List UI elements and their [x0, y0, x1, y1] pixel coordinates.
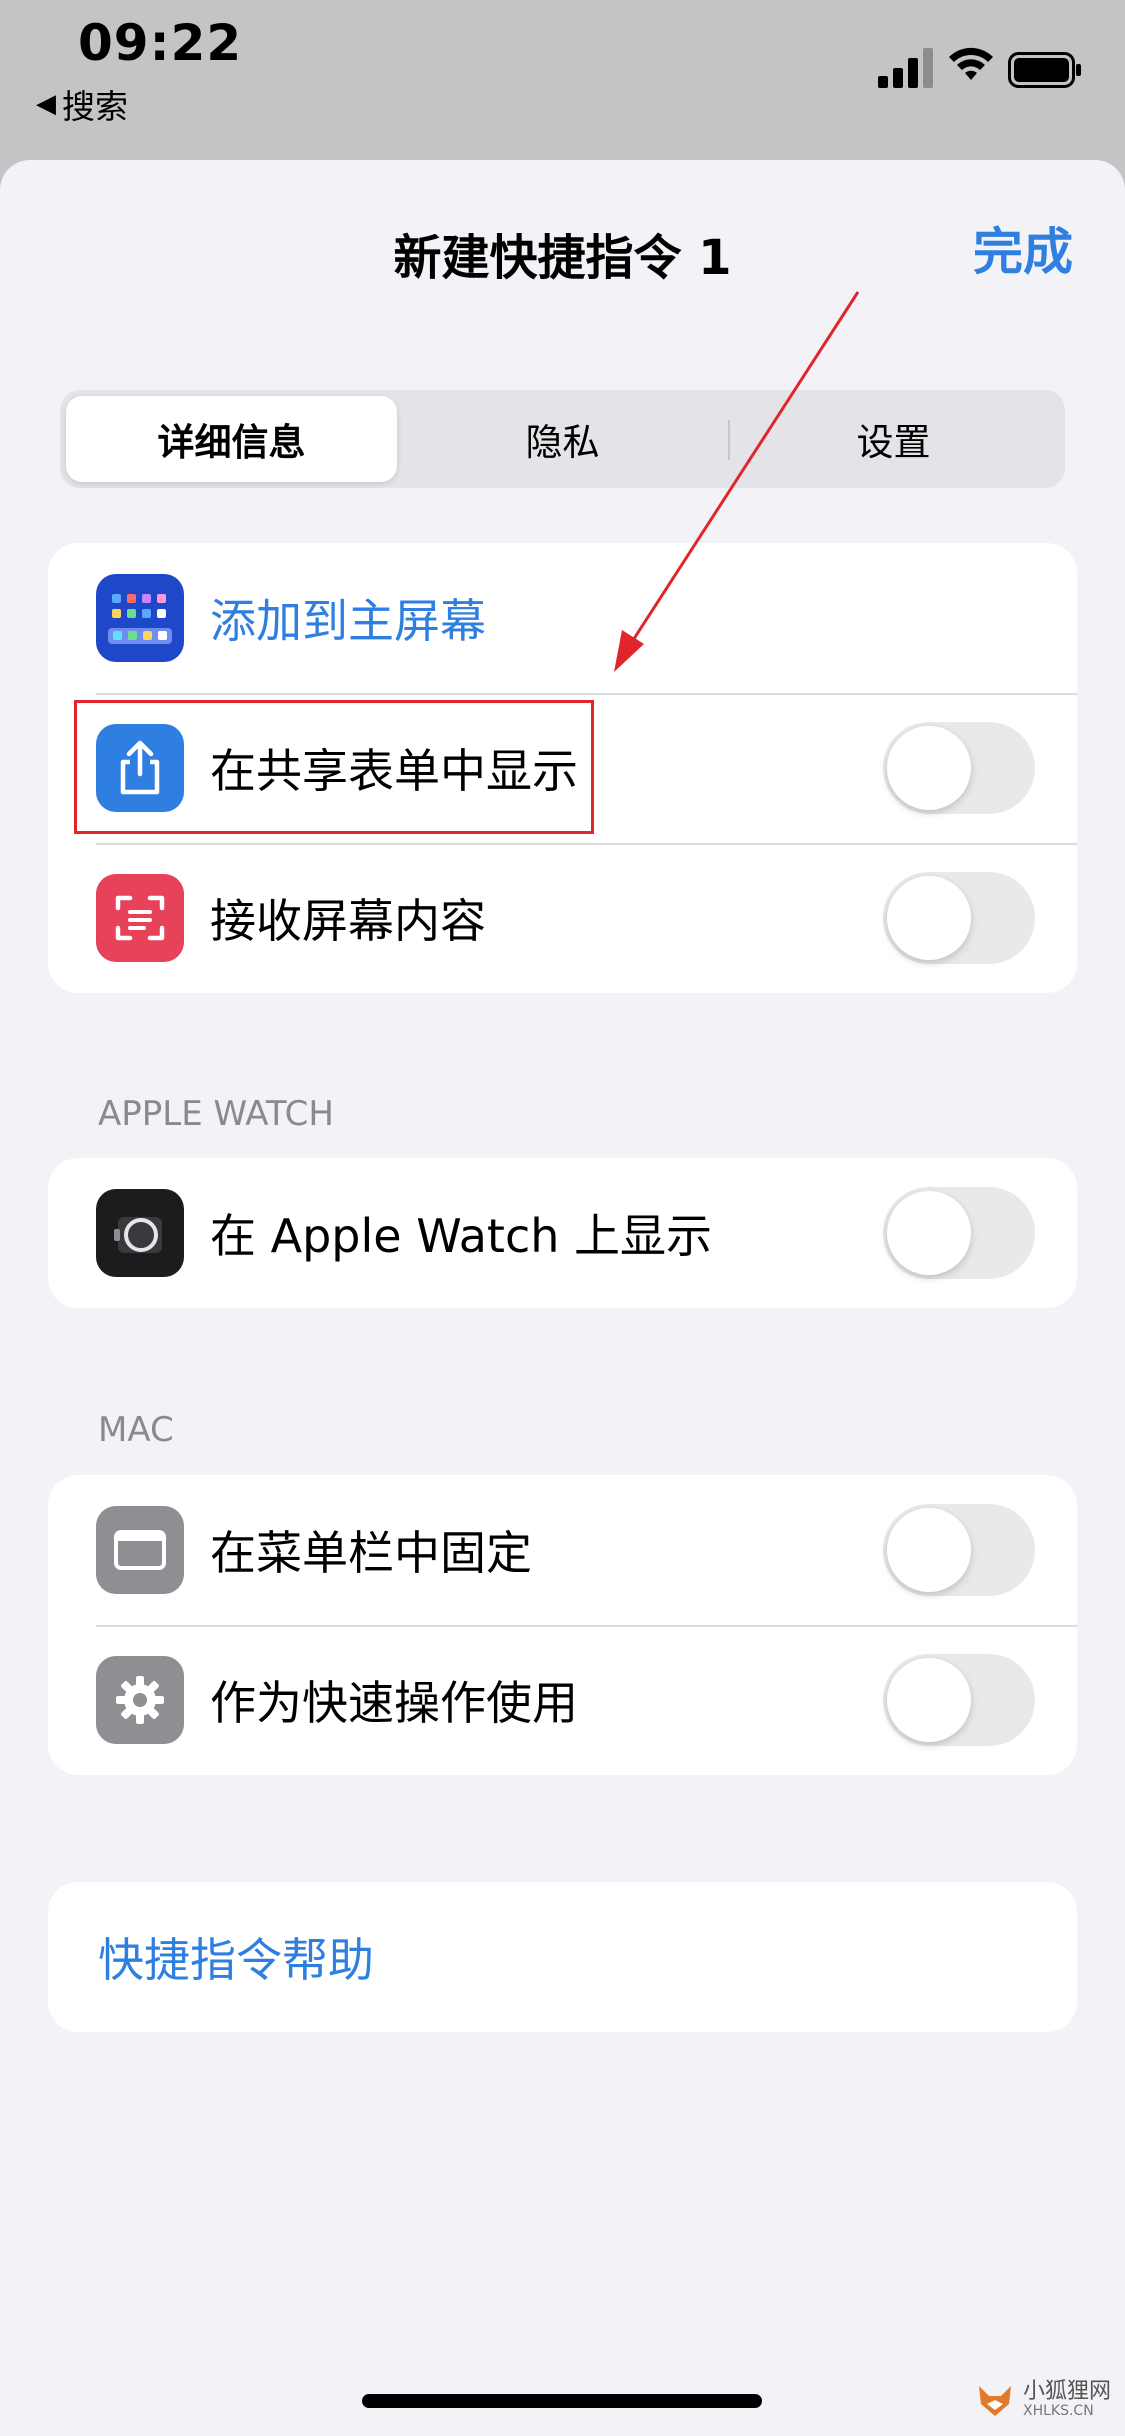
home-screen-grid-icon: [96, 574, 184, 662]
wifi-icon: [949, 47, 993, 80]
apple-watch-group: 在 Apple Watch 上显示: [48, 1158, 1077, 1308]
annotation-arrow: [614, 291, 860, 672]
watch-icon: [96, 1189, 184, 1277]
receive-screen-toggle[interactable]: [883, 872, 1035, 964]
toggle-knob: [887, 1508, 971, 1592]
pin-in-menu-bar-label: 在菜单栏中固定: [210, 1526, 532, 1580]
watermark-name: 小狐狸网: [1022, 2379, 1111, 2405]
apple-watch-toggle[interactable]: [883, 1187, 1035, 1279]
share-sheet-toggle[interactable]: [883, 722, 1035, 814]
toggle-knob: [887, 1658, 971, 1742]
highlight-box-annotation: [74, 700, 594, 834]
gear-icon: [96, 1656, 184, 1744]
status-time: 09:22: [78, 14, 243, 72]
back-triangle-icon: ◀: [36, 89, 56, 119]
done-button[interactable]: 完成: [973, 212, 1073, 284]
shortcut-details-sheet: 新建快捷指令 1 完成 详细信息 隐私 设置 添加到主屏幕 在共享表单中显示 接…: [0, 160, 1125, 2436]
pin-in-menu-bar-row: 在菜单栏中固定: [48, 1475, 1077, 1625]
menu-bar-toggle[interactable]: [883, 1504, 1035, 1596]
sheet-title: 新建快捷指令 1: [393, 230, 732, 286]
use-as-quick-action-row: 作为快速操作使用: [48, 1625, 1077, 1775]
add-to-home-screen-row[interactable]: 添加到主屏幕: [48, 543, 1077, 693]
mac-group: 在菜单栏中固定 作为快速操作使用: [48, 1475, 1077, 1775]
status-bar: 09:22 ◀ 搜索: [0, 0, 1125, 160]
back-label: 搜索: [62, 87, 128, 126]
fox-logo-icon: [978, 2386, 1011, 2416]
toggle-knob: [887, 876, 971, 960]
use-as-quick-action-label: 作为快速操作使用: [210, 1676, 578, 1730]
section-header-mac: MAC: [98, 1410, 174, 1450]
shortcuts-help-link[interactable]: 快捷指令帮助: [98, 1924, 374, 1990]
segmented-control: 详细信息 隐私 设置: [60, 390, 1065, 488]
add-to-home-screen-label: 添加到主屏幕: [210, 594, 486, 648]
help-group: 快捷指令帮助: [48, 1882, 1077, 2032]
back-to-search-button[interactable]: ◀ 搜索: [36, 80, 128, 128]
section-header-apple-watch: APPLE WATCH: [98, 1094, 334, 1134]
menubar-window-icon: [96, 1506, 184, 1594]
watermark: 小狐狸网 XHLKS.CN: [975, 2380, 1111, 2420]
toggle-knob: [887, 1191, 971, 1275]
quick-action-toggle[interactable]: [883, 1654, 1035, 1746]
home-indicator: [362, 2394, 762, 2408]
show-on-apple-watch-label: 在 Apple Watch 上显示: [210, 1209, 713, 1263]
receive-screen-content-row: 接收屏幕内容: [48, 843, 1077, 993]
receive-screen-content-label: 接收屏幕内容: [210, 894, 486, 948]
watermark-domain: XHLKS.CN: [1022, 2403, 1094, 2420]
cellular-signal-icon: [878, 48, 933, 88]
show-on-apple-watch-row: 在 Apple Watch 上显示: [48, 1158, 1077, 1308]
toggle-knob: [887, 726, 971, 810]
screen-capture-icon: [96, 874, 184, 962]
battery-icon: [1008, 52, 1081, 88]
tab-details[interactable]: 详细信息: [66, 396, 397, 482]
